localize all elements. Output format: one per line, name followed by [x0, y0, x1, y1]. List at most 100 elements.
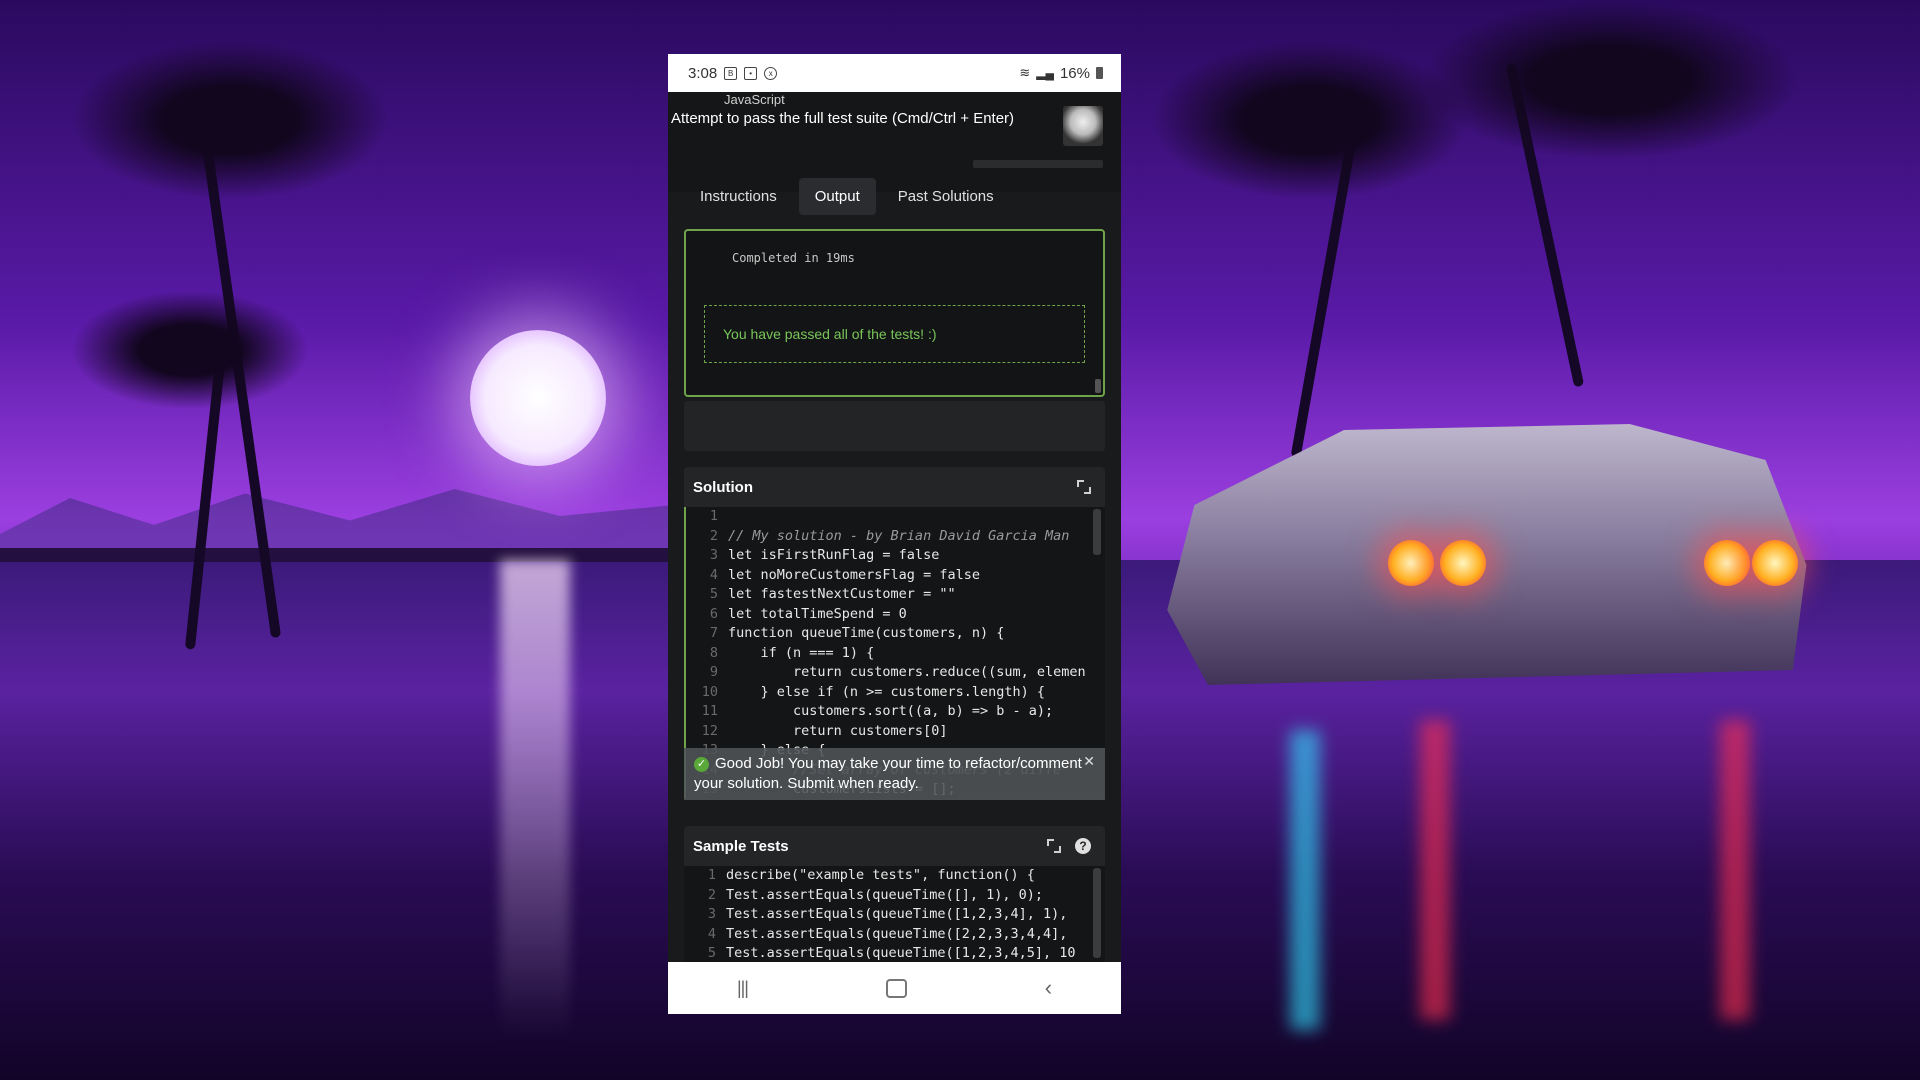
sample-tests-title: Sample Tests	[693, 837, 789, 855]
tail-light	[1388, 540, 1434, 586]
line-number: 5	[707, 945, 716, 961]
nav-back-icon[interactable]: ‹	[1045, 975, 1052, 1001]
signal-icon: ▂▄	[1036, 66, 1054, 80]
success-toast: ✓ Good Job! You may take your time to ref…	[684, 748, 1105, 800]
tab-instructions[interactable]: Instructions	[684, 178, 793, 215]
code-line: 1 describe("example tests", function() {	[684, 866, 1105, 886]
code-line: 8 if (n === 1) {	[686, 644, 1105, 664]
language-label: JavaScript	[724, 92, 785, 107]
code-line: 4 let noMoreCustomersFlag = false	[686, 566, 1105, 586]
close-icon[interactable]: ✕	[1083, 751, 1095, 771]
code-line: 4 Test.assertEquals(queueTime([2,2,3,3,4,…	[684, 925, 1105, 945]
output-footer	[684, 401, 1105, 451]
light-reflection	[1720, 720, 1750, 1020]
toast-message: Good Job! You may take your time to refa…	[694, 755, 1082, 792]
line-number: 7	[709, 625, 718, 641]
line-number: 4	[709, 566, 718, 583]
code-text: describe("example tests", function() {	[726, 867, 1035, 883]
palm-head	[70, 40, 390, 200]
phone-screen: 3:08 B • x ≋ ▂▄ 16% JavaScript Attempt t…	[668, 54, 1121, 1014]
code-text: // My solution - by Brian David Garcia M…	[728, 527, 1070, 544]
light-reflection	[1420, 720, 1450, 1020]
code-line: 12 return customers[0]	[686, 722, 1105, 742]
line-number: 1	[709, 508, 718, 524]
palm-head	[1150, 40, 1470, 200]
status-time: 3:08	[688, 64, 718, 82]
code-line: 11 customers.sort((a, b) => b - a);	[686, 702, 1105, 722]
code-text: customers.sort((a, b) => b - a);	[728, 703, 1054, 719]
output-tabs: Instructions Output Past Solutions	[684, 178, 1010, 215]
solution-header: Solution	[684, 467, 1105, 507]
kata-header: JavaScript Attempt to pass the full test…	[668, 92, 1121, 192]
code-text: return customers.reduce((sum, elemen	[728, 664, 1086, 680]
solution-title: Solution	[693, 478, 753, 496]
code-text: let fastestNextCustomer = ""	[728, 586, 956, 602]
expand-icon[interactable]	[1077, 480, 1091, 494]
moon	[470, 330, 606, 466]
line-number: 1	[707, 867, 716, 883]
code-text: let noMoreCustomersFlag = false	[728, 566, 980, 583]
attempt-tooltip: Attempt to pass the full test suite (Cmd…	[671, 110, 1015, 127]
header-bar	[973, 160, 1103, 168]
nav-home-icon[interactable]	[885, 978, 907, 998]
line-number: 10	[701, 683, 718, 700]
tail-light	[1704, 540, 1750, 586]
code-text: let isFirstRunFlag = false	[728, 547, 940, 563]
android-nav-bar: ||| ‹	[668, 962, 1121, 1014]
notification-icon: B	[724, 66, 738, 80]
code-line: 1	[686, 507, 1105, 527]
battery-level: 16%	[1059, 64, 1090, 82]
tests-scrollbar[interactable]	[1093, 868, 1101, 958]
line-number: 4	[707, 925, 716, 942]
tab-output[interactable]: Output	[798, 178, 876, 215]
tab-past-solutions[interactable]: Past Solutions	[882, 178, 1010, 215]
completed-time: Completed in 19ms	[732, 251, 855, 265]
line-number: 2	[709, 527, 718, 544]
palm-head	[1420, 0, 1800, 160]
code-line: 2 Test.assertEquals(queueTime([], 1), 0);	[684, 886, 1105, 906]
line-number: 3	[709, 547, 718, 563]
code-text: if (n === 1) {	[728, 644, 875, 661]
code-line: 5 Test.assertEquals(queueTime([1,2,3,4,5]…	[684, 944, 1105, 962]
output-scrollbar[interactable]	[1095, 379, 1101, 393]
code-line: 9 return customers.reduce((sum, elemen	[686, 663, 1105, 683]
output-panel: Completed in 19ms You have passed all of…	[684, 229, 1105, 397]
battery-icon	[1096, 67, 1103, 79]
test-result-box: You have passed all of the tests! :)	[704, 305, 1085, 363]
code-text: let totalTimeSpend = 0	[728, 605, 907, 622]
code-line: 3 Test.assertEquals(queueTime([1,2,3,4], …	[684, 905, 1105, 925]
help-icon[interactable]: ?	[1075, 838, 1091, 854]
palm-head	[70, 290, 310, 410]
tail-light	[1752, 540, 1798, 586]
line-number: 11	[701, 703, 718, 719]
code-text: } else if (n >= customers.length) {	[728, 683, 1045, 700]
line-number: 12	[701, 722, 718, 739]
sample-tests-header: Sample Tests ?	[684, 826, 1105, 866]
code-line: 7 function queueTime(customers, n) {	[686, 624, 1105, 644]
line-number: 9	[709, 664, 718, 680]
line-number: 2	[707, 886, 716, 903]
expand-icon[interactable]	[1047, 839, 1061, 853]
test-result-message: You have passed all of the tests! :)	[723, 326, 937, 342]
code-text: Test.assertEquals(queueTime([2,2,3,3,4,4…	[726, 925, 1068, 942]
notification-icon: x	[764, 66, 778, 80]
code-text: function queueTime(customers, n) {	[728, 625, 1005, 641]
code-line: 6 let totalTimeSpend = 0	[686, 605, 1105, 625]
code-line: 10 } else if (n >= customers.length) {	[686, 683, 1105, 703]
code-text: return customers[0]	[728, 722, 948, 739]
line-number: 6	[709, 605, 718, 622]
solution-scrollbar[interactable]	[1093, 509, 1101, 555]
tail-light	[1440, 540, 1486, 586]
line-number: 3	[707, 906, 716, 922]
moon-reflection	[500, 560, 570, 1040]
sample-tests-editor[interactable]: 1 describe("example tests", function() { 2…	[684, 866, 1105, 962]
nav-recents-icon[interactable]: |||	[737, 978, 749, 999]
code-text: Test.assertEquals(queueTime([1,2,3,4,5],…	[726, 945, 1076, 961]
code-text: Test.assertEquals(queueTime([1,2,3,4], 1…	[726, 906, 1068, 922]
light-reflection	[1290, 730, 1320, 1030]
code-text: Test.assertEquals(queueTime([], 1), 0);	[726, 886, 1043, 903]
avatar[interactable]	[1063, 106, 1103, 146]
line-number: 5	[709, 586, 718, 602]
code-line: 5 let fastestNextCustomer = ""	[686, 585, 1105, 605]
line-number: 8	[709, 644, 718, 661]
